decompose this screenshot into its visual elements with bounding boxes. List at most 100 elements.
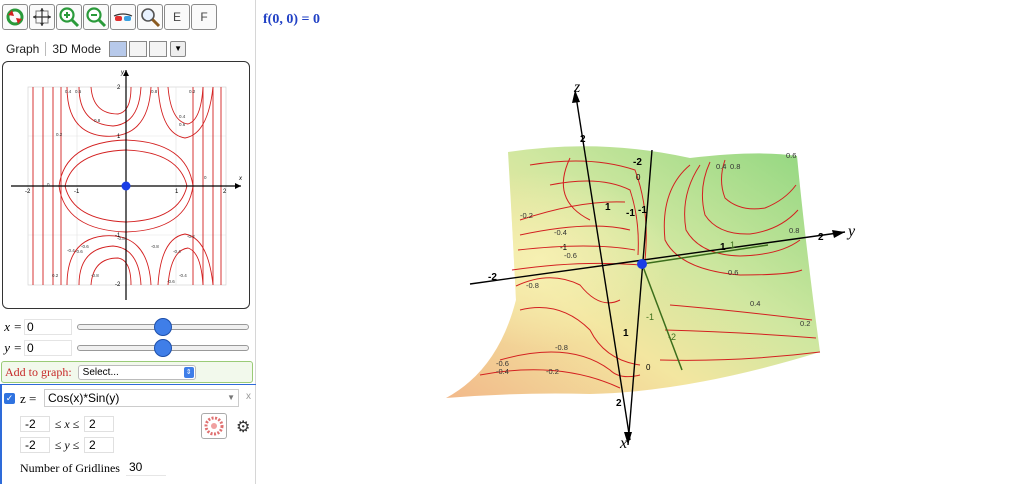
- mode-tabs: Graph 3D Mode ▼: [0, 38, 256, 60]
- contour-label-3d: 0.6: [786, 151, 796, 160]
- contour-label: 0: [204, 175, 207, 180]
- zoom-box-button[interactable]: [137, 4, 163, 30]
- contour-label: 0.4: [65, 89, 72, 94]
- add-to-graph-select[interactable]: Select... ⇕: [77, 364, 196, 380]
- contour-label: 0.2: [56, 132, 63, 137]
- x-tick-label: -1: [74, 189, 80, 195]
- contour-label-3d: -0.4: [496, 367, 509, 376]
- x-range-row: -2 ≤ x ≤ 2: [20, 415, 114, 433]
- y-range-inequality: ≤ y ≤: [54, 437, 80, 452]
- contour-label-3d: 0.2: [800, 319, 810, 328]
- contour-label-3d: -0.4: [554, 228, 567, 237]
- y-tick-label-3d: -2: [488, 272, 497, 283]
- contour-label: 0.6: [179, 122, 186, 127]
- contour-label: -0.4: [173, 249, 181, 254]
- expression-panel: ✓ z = Cos(x)*Sin(y) ▼ x -2 ≤ x ≤ 2 -2 ≤ …: [0, 384, 256, 484]
- zoom-in-icon: [59, 7, 80, 28]
- y-tick-label-3d: 1: [720, 242, 726, 253]
- graph-style-button[interactable]: [201, 413, 227, 439]
- grid-mode-2-button[interactable]: [129, 41, 148, 57]
- expression-text: Cos(x)*Sin(y): [48, 391, 120, 405]
- zoom-in-button[interactable]: [56, 4, 82, 30]
- contour-label: -0.6: [167, 279, 175, 284]
- inner-tick-label: 0: [646, 363, 651, 372]
- contour-label-3d: 0.6: [728, 268, 738, 277]
- reset-view-button[interactable]: [2, 4, 28, 30]
- contour-label: 0.4: [179, 114, 186, 119]
- mode-dropdown-button[interactable]: ▼: [170, 41, 187, 57]
- gridlines-label: Number of Gridlines: [20, 461, 120, 475]
- contour-graph[interactable]: x y -2 -1 1 2 2 1 -1 -2 0.4 0.6 0.8 0.2 …: [2, 61, 250, 309]
- 3d-view[interactable]: z y x 2 1 -2 -1 1 2 -2 -1 1 2 -2 -1 1 0 …: [440, 70, 900, 460]
- contour-label-3d: 0.4: [750, 299, 760, 308]
- contour-label-3d: 0.8: [730, 162, 740, 171]
- anaglyph-button[interactable]: [110, 4, 136, 30]
- current-point-marker[interactable]: [121, 181, 131, 191]
- inner-tick-label: -1: [646, 312, 654, 322]
- y-min-input[interactable]: -2: [20, 437, 50, 453]
- contour-label: 0.8: [94, 118, 101, 123]
- x-value-input[interactable]: 0: [24, 319, 72, 335]
- contour-graph-svg: x y -2 -1 1 2 2 1 -1 -2 0.4 0.6 0.8 0.2 …: [11, 70, 243, 300]
- function-value-readout: f(0, 0) = 0: [263, 12, 320, 27]
- contour-label: 0.2: [52, 273, 59, 278]
- inner-tick-label: -2: [668, 332, 676, 342]
- magnifier-icon: [141, 8, 161, 28]
- x-axis-label: x: [238, 176, 243, 182]
- grid-mode-3-button[interactable]: [149, 41, 168, 57]
- z-axis-label: z: [573, 79, 581, 96]
- contour-label: -0.4: [179, 273, 187, 278]
- contour-label-3d: 0.4: [716, 162, 726, 171]
- contour-label-3d: -0.2: [546, 367, 559, 376]
- zoom-out-button[interactable]: [83, 4, 109, 30]
- y-range-row: -2 ≤ y ≤ 2: [20, 436, 114, 454]
- gridlines-input[interactable]: 30: [126, 459, 166, 476]
- y-tick-label-3d: -1: [626, 208, 635, 219]
- move-icon: [33, 8, 51, 26]
- delete-expression-button[interactable]: x: [246, 391, 251, 402]
- x-slider-thumb[interactable]: [154, 318, 172, 336]
- contour-label: -0.8: [151, 244, 159, 249]
- gear-icon[interactable]: ⚙: [236, 417, 250, 437]
- contour-label-3d: -0.8: [555, 343, 568, 352]
- move-graph-button[interactable]: [29, 4, 55, 30]
- x-tick-label-3d: 1: [623, 328, 629, 339]
- contour-label: -0.6: [75, 249, 83, 254]
- z-tick-label: 2: [580, 134, 586, 145]
- x-tick-label-3d: -1: [638, 205, 647, 216]
- x-range-inequality: ≤ x ≤: [54, 416, 80, 431]
- contour-label: 0.2: [189, 89, 196, 94]
- y-max-input[interactable]: 2: [84, 437, 114, 453]
- contour-label: 0.8: [151, 89, 158, 94]
- grid-mode-1-button[interactable]: [109, 41, 128, 57]
- tab-3d-mode[interactable]: 3D Mode: [45, 42, 107, 56]
- left-panel: E F Graph 3D Mode ▼ x y -2 -1 1 2 2 1 -1…: [0, 0, 256, 484]
- add-to-graph-label: Add to graph:: [5, 364, 72, 379]
- glasses-icon: [113, 13, 133, 21]
- x-max-input[interactable]: 2: [84, 416, 114, 432]
- x-min-input[interactable]: -2: [20, 416, 50, 432]
- y-tick-label-3d: 2: [818, 232, 824, 243]
- x-slider-label: x =: [4, 319, 22, 334]
- y-tick-label: -2: [115, 282, 121, 288]
- contour-label: -0.8: [91, 273, 99, 278]
- contour-label: -0.8: [117, 236, 125, 241]
- contour-label-3d: -0.6: [564, 251, 577, 260]
- select-arrows-icon: ⇕: [183, 366, 194, 378]
- e-button[interactable]: E: [164, 4, 190, 30]
- x-tick-label: -2: [25, 189, 31, 195]
- color-wheel-icon: [204, 416, 224, 436]
- expression-input[interactable]: Cos(x)*Sin(y) ▼: [44, 389, 239, 407]
- f-button[interactable]: F: [191, 4, 217, 30]
- contour-label-3d: -0.8: [526, 281, 539, 290]
- current-point-marker-3d[interactable]: [637, 259, 647, 269]
- expression-visible-checkbox[interactable]: ✓: [4, 393, 15, 404]
- z-tick-label: 1: [605, 202, 611, 213]
- x-tick-label-3d: -2: [633, 157, 642, 168]
- chevron-down-icon[interactable]: ▼: [227, 390, 235, 406]
- add-to-graph-placeholder: Select...: [82, 366, 119, 378]
- y-value-input[interactable]: 0: [24, 340, 72, 356]
- refresh-icon: [6, 8, 24, 26]
- tab-graph[interactable]: Graph: [0, 42, 45, 56]
- y-slider-thumb[interactable]: [154, 339, 172, 357]
